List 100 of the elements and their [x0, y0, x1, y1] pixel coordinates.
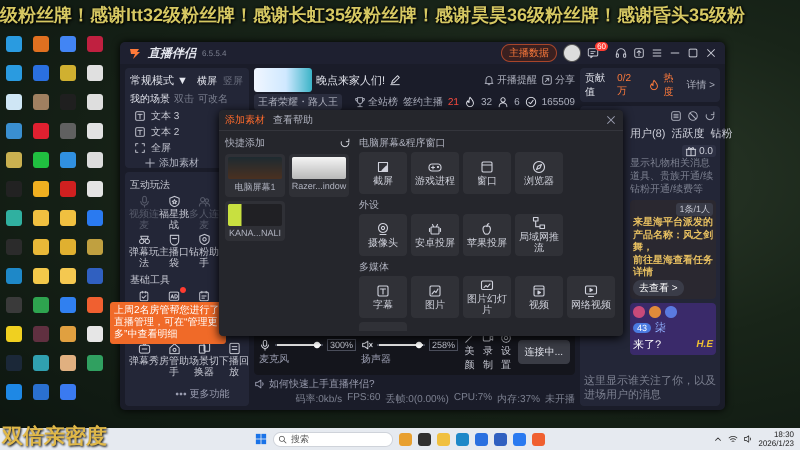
upload-button[interactable] — [633, 47, 645, 59]
headset-button[interactable] — [615, 47, 627, 59]
source-tile[interactable]: 图片 — [411, 276, 459, 318]
app-shortcut-icon[interactable] — [60, 239, 76, 255]
app-shortcut-icon[interactable] — [6, 36, 22, 52]
feature-button[interactable]: 弹幕玩法 — [130, 233, 158, 269]
more-features-button[interactable]: 更多功能 — [144, 387, 230, 401]
app-shortcut-icon[interactable] — [60, 268, 76, 284]
device-label: 扬声器 — [361, 352, 392, 366]
app-shortcut-icon[interactable] — [33, 355, 49, 371]
taskbar-app-icon[interactable] — [418, 432, 431, 446]
live-reminder-button[interactable]: 开播提醒 — [483, 73, 537, 87]
app-shortcut-icon[interactable] — [6, 123, 22, 139]
app-shortcut-icon[interactable] — [87, 239, 103, 255]
mode-dropdown[interactable]: 常规模式 ▼ — [130, 73, 188, 88]
app-shortcut-icon[interactable] — [6, 210, 22, 226]
app-shortcut-icon[interactable] — [87, 355, 103, 371]
maximize-button[interactable] — [687, 47, 699, 59]
panel-tab[interactable]: 用户(8) — [630, 126, 666, 141]
help-link[interactable]: 如何快速上手直播伴侣? — [254, 377, 375, 391]
source-tile[interactable]: 浏览器 — [515, 152, 563, 194]
app-shortcut-icon[interactable] — [60, 152, 76, 168]
source-tile[interactable]: 图片幻灯片 — [463, 276, 511, 318]
signed-label: 签约主播 — [402, 96, 443, 109]
app-shortcut-icon[interactable] — [60, 210, 76, 226]
source-tile[interactable]: 网络视频 — [567, 276, 615, 318]
volume-icon — [743, 434, 754, 444]
dialog-tab[interactable]: 查看帮助 — [273, 113, 313, 127]
app-shortcut-icon[interactable] — [87, 181, 103, 197]
app-shortcut-icon[interactable] — [33, 94, 49, 110]
app-shortcut-icon[interactable] — [33, 152, 49, 168]
orientation-tab[interactable]: 横屏 — [196, 74, 218, 88]
source-tile[interactable]: 游戏进程 — [411, 152, 459, 194]
app-shortcut-icon[interactable] — [87, 123, 103, 139]
source-tile[interactable]: 安卓投屏 — [411, 214, 459, 256]
messages-button[interactable] — [587, 47, 599, 59]
app-shortcut-icon[interactable] — [6, 65, 22, 81]
close-button[interactable] — [705, 47, 717, 59]
source-tile[interactable]: 摄像头 — [359, 214, 407, 256]
add-source-button[interactable]: 添加素材 — [130, 156, 199, 170]
feature-button[interactable]: 下播回放 — [220, 342, 248, 378]
app-shortcut-icon[interactable] — [87, 94, 103, 110]
source-tile[interactable]: 局域网推流 — [515, 214, 563, 256]
tooltip: 上周2名房管帮您进行了直播管理，可在“管理更多”中查看明细 — [110, 302, 226, 344]
feature-button[interactable]: 弹幕秀 — [130, 342, 158, 378]
clock[interactable]: 18:30 2026/1/23 — [758, 430, 794, 448]
upload-icon — [633, 47, 645, 59]
close-button[interactable] — [605, 114, 617, 126]
quick-source[interactable]: 电脑屏幕1 — [225, 154, 285, 197]
toolbar-button[interactable]: 录制 — [481, 332, 494, 372]
signed-count: 21 — [448, 96, 459, 108]
ranking-button[interactable]: 全站榜 — [354, 95, 398, 109]
app-shortcut-icon[interactable] — [6, 384, 22, 400]
app-shortcut-icon[interactable] — [60, 326, 76, 342]
quick-source[interactable]: KANA...NALI — [225, 201, 285, 241]
app-shortcut-icon[interactable] — [60, 65, 76, 81]
microphone-icon — [259, 338, 271, 350]
quick-source[interactable]: Razer...indow — [289, 154, 349, 197]
source-tile[interactable]: 截屏 — [359, 152, 407, 194]
stream-overlay-text: 级粉丝牌！感谢ltt32级粉丝牌！感谢长虹35级粉丝牌！感谢昊昊36级粉丝牌！感谢昏头35级粉 — [0, 4, 746, 27]
streamer-data-button[interactable]: 主播数据 — [501, 44, 557, 62]
app-shortcut-icon[interactable] — [87, 297, 103, 313]
dialog-tab[interactable]: 添加素材 — [225, 113, 265, 127]
category-tag[interactable]: 王者荣耀・路人王 — [254, 94, 342, 110]
app-shortcut-icon[interactable] — [60, 36, 76, 52]
app-shortcut-icon[interactable] — [6, 94, 22, 110]
panel-tab[interactable]: 活跃度 — [671, 126, 704, 141]
app-shortcut-icon[interactable] — [6, 326, 22, 342]
slideshow-icon — [480, 278, 494, 292]
source-tile[interactable]: 字幕 — [359, 276, 407, 318]
feature-button[interactable]: 钻粉助手 — [190, 233, 218, 269]
app-shortcut-icon[interactable] — [6, 152, 22, 168]
app-shortcut-icon[interactable] — [33, 239, 49, 255]
windows-logo-icon[interactable] — [255, 433, 267, 445]
source-tile[interactable]: 苹果投屏 — [463, 214, 511, 256]
avatar[interactable] — [563, 44, 581, 62]
app-shortcut-icon[interactable] — [60, 355, 76, 371]
details-link[interactable]: 详情 > — [686, 78, 715, 92]
view-button[interactable]: 去查看 > — [633, 280, 684, 296]
feature-button[interactable]: 房管助手 — [160, 342, 188, 378]
app-shortcut-icon[interactable] — [87, 65, 103, 81]
share-button[interactable]: 分享 — [541, 73, 575, 87]
taskbar-app-icon[interactable] — [494, 432, 507, 446]
app-shortcut-icon[interactable] — [87, 326, 103, 342]
source-tile[interactable]: 视频 — [515, 276, 563, 318]
feature-button[interactable]: 主播口袋 — [160, 233, 188, 269]
panel-tab[interactable]: 钻粉 — [710, 126, 732, 141]
feature-button[interactable]: 福星挑战 — [160, 195, 188, 231]
app-shortcut-icon[interactable] — [33, 36, 49, 52]
search-field[interactable]: 搜索 — [273, 432, 393, 446]
menu-button[interactable] — [651, 47, 663, 59]
app-shortcut-icon[interactable] — [87, 152, 103, 168]
source-tile[interactable]: 窗口 — [463, 152, 511, 194]
app-shortcut-icon[interactable] — [33, 297, 49, 313]
app-shortcut-icon[interactable] — [33, 181, 49, 197]
connect-button[interactable]: 连接中... — [518, 340, 570, 364]
app-shortcut-icon[interactable] — [33, 268, 49, 284]
feature-button[interactable]: 场景切换器 — [190, 342, 218, 378]
toolbar-button[interactable]: 设置 — [499, 332, 513, 372]
app-shortcut-icon[interactable] — [33, 210, 49, 226]
